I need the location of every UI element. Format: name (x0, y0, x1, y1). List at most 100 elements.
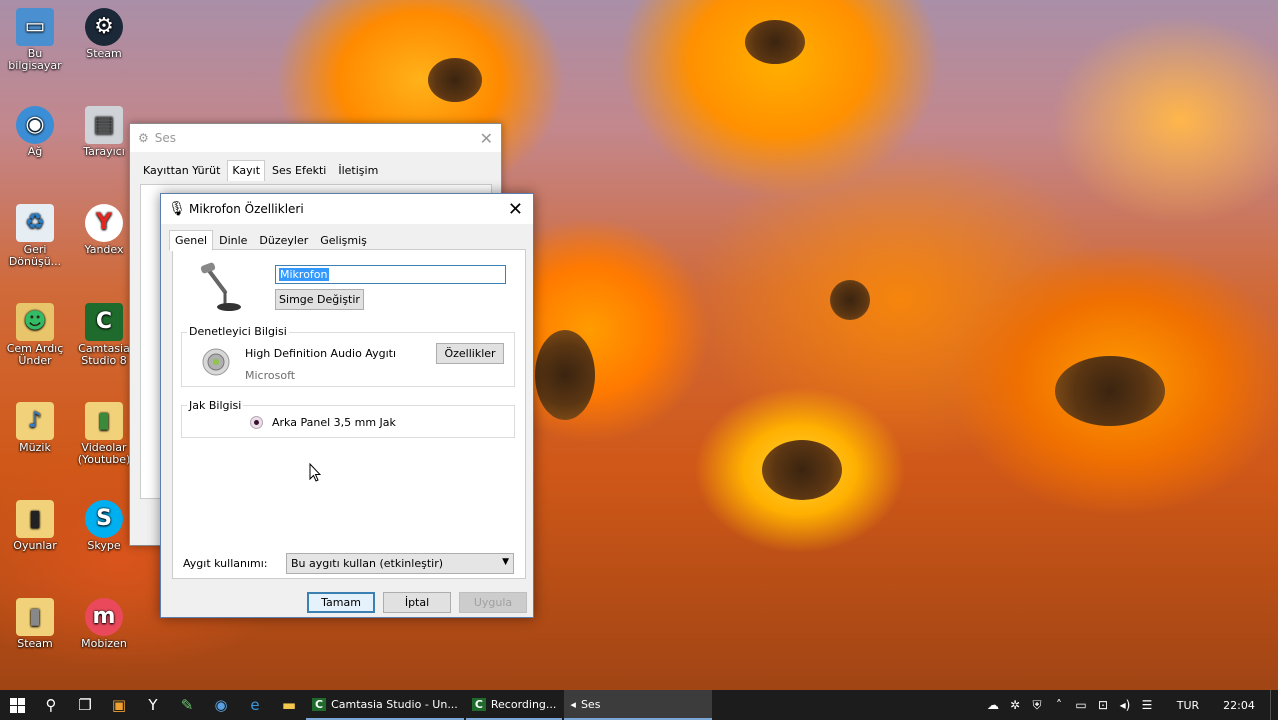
file-explorer-icon[interactable]: ▬ (272, 690, 306, 720)
tab-recording[interactable]: Kayıt (227, 160, 266, 181)
yandex-taskbar-icon[interactable]: Y (136, 690, 170, 720)
steam-taskbar-icon[interactable]: ◉ (204, 690, 238, 720)
desktop-icon-games[interactable]: ▮ Oyunlar (0, 500, 70, 552)
computer-icon: ▭ (16, 8, 54, 46)
volume-icon[interactable]: ◂) (1114, 698, 1136, 712)
flower-center (535, 330, 595, 420)
desktop-icon-label: Oyunlar (13, 539, 57, 552)
clock[interactable]: 22:04 (1208, 699, 1270, 712)
desktop-icon-label: Steam (17, 637, 53, 650)
flower-center (762, 440, 842, 500)
flower-center (830, 280, 870, 320)
system-tray: ☁ ✲ ⛨ ˄ ▭ ⊡ ◂) ☰ TUR 22:04 (982, 690, 1278, 720)
taskbar-app-label: Ses (580, 697, 601, 711)
taskbar-app-recording[interactable]: C Recording... (465, 690, 563, 720)
properties-button[interactable]: Özellikler (436, 343, 504, 364)
device-usage-value: Bu aygıtı kullan (etkinleştir) (291, 557, 444, 570)
desktop-icon-label: Camtasia Studio 8 (78, 342, 130, 367)
manufacturer: Microsoft (245, 369, 296, 382)
desktop-icon-user-folder[interactable]: ☻ Cem Ardıç Ünder (0, 303, 70, 367)
desktop-icon-label: Tarayıcı (83, 145, 125, 158)
microphone-icon: 🎙 (168, 201, 186, 217)
chevron-up-icon[interactable]: ˄ (1048, 698, 1070, 712)
desktop-icon-steam-folder[interactable]: ▮ Steam (0, 598, 70, 650)
desktop-icon-label: Cem Ardıç Ünder (6, 342, 64, 367)
language-indicator[interactable]: TUR (1168, 699, 1208, 712)
dialog-titlebar[interactable]: 🎙 Mikrofon Özellikleri (161, 194, 533, 224)
device-name-input[interactable]: Mikrofon (275, 265, 506, 284)
steam-icon: ⚙ (85, 8, 123, 46)
desktop-icon-steam[interactable]: ⚙ Steam (69, 8, 139, 60)
cancel-button[interactable]: İptal (383, 592, 451, 613)
microphone-properties-dialog[interactable]: 🎙 Mikrofon Özellikleri ✕ Genel Dinle Düz… (160, 193, 534, 618)
desktop-icon-label: Yandex (84, 243, 124, 256)
tab-advanced[interactable]: Gelişmiş (314, 230, 373, 251)
tab-general[interactable]: Genel (169, 230, 214, 251)
desktop-icon-label: Videolar (Youtube) (77, 441, 131, 466)
desktop-icon-music[interactable]: ♪ Müzik (0, 402, 70, 454)
task-view-icon[interactable]: ❐ (68, 690, 102, 720)
desktop-icon-label: Mobizen (81, 637, 127, 650)
desktop-icon-this-pc[interactable]: ▭ Bu bilgisayar (0, 8, 70, 72)
apply-button[interactable]: Uygula (459, 592, 527, 613)
taskbar: ⚲ ❐ ▣ Y ✎ ◉ e ▬ C Camtasia Studio - Un..… (0, 690, 1278, 720)
media-player-icon[interactable]: ▣ (102, 690, 136, 720)
music-folder-icon: ♪ (16, 402, 54, 440)
taskbar-app-label: Recording... (490, 697, 557, 711)
desktop-icon-mobizen[interactable]: m Mobizen (69, 598, 139, 650)
desktop-icon-label: Bu bilgisayar (8, 47, 62, 72)
show-desktop-button[interactable] (1270, 690, 1278, 720)
battery-icon[interactable]: ▭ (1070, 698, 1092, 712)
tab-communications[interactable]: İletişim (333, 160, 383, 181)
dialog-title: Mikrofon Özellikleri (189, 202, 304, 216)
user-folder-icon: ☻ (16, 303, 54, 341)
desktop-icon-label: Geri Dönüşü... (8, 243, 62, 268)
sound-window-tabs: Kayıttan Yürüt Kayıt Ses Efekti İletişim (130, 152, 501, 181)
skype-icon: S (85, 500, 123, 538)
edge-icon[interactable]: e (238, 690, 272, 720)
tab-levels[interactable]: Düzeyler (253, 230, 314, 251)
pen-icon[interactable]: ✎ (170, 690, 204, 720)
network-tray-icon[interactable]: ⊡ (1092, 698, 1114, 712)
recording-icon: C (471, 697, 486, 711)
chevron-down-icon: ▼ (502, 557, 509, 567)
tab-playback[interactable]: Kayıttan Yürüt (138, 160, 225, 181)
jack-name: Arka Panel 3,5 mm Jak (272, 416, 396, 429)
sound-window-titlebar[interactable]: ⚙ Ses (130, 124, 501, 152)
desktop-icon-label: Müzik (19, 441, 51, 454)
camtasia-icon: C (312, 697, 327, 711)
controller-info-label: Denetleyici Bilgisi (187, 325, 289, 338)
video-folder-icon: ▮ (85, 402, 123, 440)
desktop-icon-recycle-bin[interactable]: ♻ Geri Dönüşü... (0, 204, 70, 268)
taskbar-app-camtasia[interactable]: C Camtasia Studio - Un... (306, 690, 464, 720)
camtasia-icon: C (85, 303, 123, 341)
search-icon[interactable]: ⚲ (34, 690, 68, 720)
steam-folder-icon: ▮ (16, 598, 54, 636)
recycle-bin-icon: ♻ (16, 204, 54, 242)
taskbar-app-sound[interactable]: ◂ Ses (564, 690, 713, 720)
ok-button[interactable]: Tamam (307, 592, 375, 613)
cloud-icon[interactable]: ☁ (982, 698, 1004, 712)
scanner-icon: ▤ (85, 106, 123, 144)
tab-listen[interactable]: Dinle (213, 230, 253, 251)
notification-icon[interactable]: ☰ (1136, 698, 1158, 712)
gear-icon[interactable]: ✲ (1004, 698, 1026, 712)
start-button[interactable] (0, 690, 34, 720)
change-icon-button[interactable]: Simge Değiştir (275, 289, 364, 310)
device-usage-label: Aygıt kullanımı: (183, 557, 268, 570)
yandex-icon: Y (85, 204, 123, 242)
device-name-value: Mikrofon (279, 268, 329, 281)
jack-info-label: Jak Bilgisi (187, 399, 244, 412)
games-folder-icon: ▮ (16, 500, 54, 538)
close-icon[interactable]: ✕ (508, 199, 523, 220)
close-icon[interactable]: ✕ (480, 129, 493, 148)
device-usage-select[interactable]: Bu aygıtı kullan (etkinleştir) ▼ (286, 553, 514, 574)
desktop-icon-network[interactable]: ◉ Ağ (0, 106, 70, 158)
flower-center (745, 20, 805, 64)
shield-icon[interactable]: ⛨ (1026, 698, 1048, 713)
flower-center (1055, 356, 1165, 426)
sound-window-title: Ses (154, 131, 177, 145)
tab-sound-effects[interactable]: Ses Efekti (267, 160, 331, 181)
mobizen-icon: m (85, 598, 123, 636)
device-name: High Definition Audio Aygıtı (245, 347, 396, 360)
